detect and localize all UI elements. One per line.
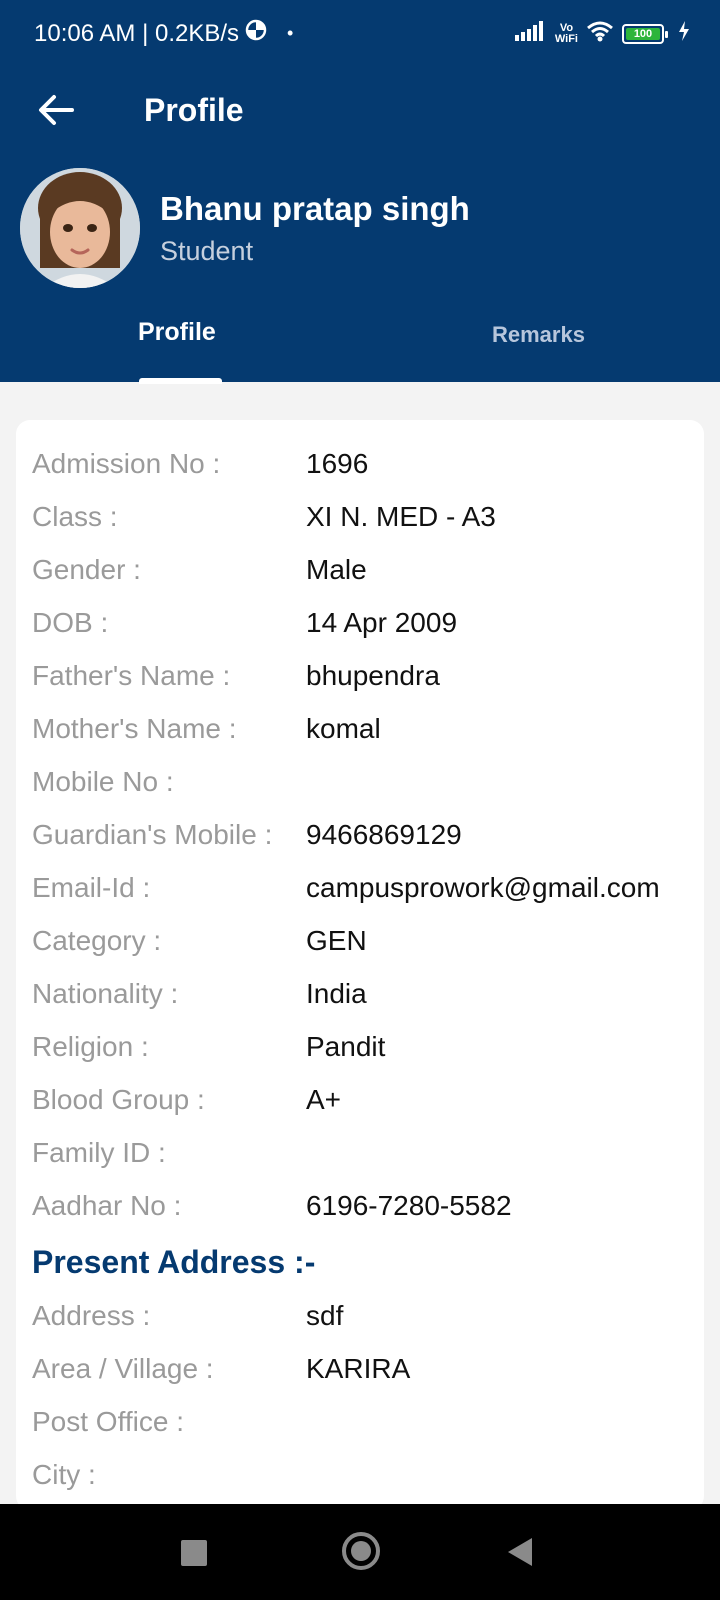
- detail-value: India: [306, 978, 367, 1009]
- home-button[interactable]: [342, 1532, 380, 1570]
- status-left: 10:06 AM | 0.2KB/s •: [34, 19, 293, 48]
- detail-label: Post Office :: [32, 1406, 184, 1437]
- profile-name: Bhanu pratap singh: [160, 190, 470, 227]
- detail-label: Guardian's Mobile :: [32, 819, 273, 850]
- recents-button[interactable]: [181, 1540, 207, 1566]
- address-row-area-village: Area / Village : KARIRA: [16, 1353, 704, 1399]
- detail-label: Religion :: [32, 1031, 149, 1062]
- detail-row-father-name: Father's Name : bhupendra: [16, 660, 704, 706]
- detail-row-mother-name: Mother's Name : komal: [16, 713, 704, 759]
- signal-icon: [514, 21, 547, 46]
- page-title: Profile: [144, 92, 244, 128]
- detail-label: Address :: [32, 1300, 151, 1331]
- detail-label: Category :: [32, 925, 162, 956]
- detail-label: DOB :: [32, 607, 109, 638]
- tab-profile[interactable]: Profile: [138, 318, 216, 347]
- back-button[interactable]: [30, 90, 82, 134]
- detail-value: A+: [306, 1084, 342, 1115]
- detail-label: City :: [32, 1459, 96, 1490]
- detail-value: GEN: [306, 925, 367, 956]
- detail-row-dob: DOB : 14 Apr 2009: [16, 607, 704, 653]
- battery-icon: 100: [622, 23, 668, 44]
- wifi-icon: [586, 20, 614, 47]
- detail-value: XI N. MED - A3: [306, 501, 496, 532]
- vowifi-wifi: WiFi: [554, 32, 578, 45]
- detail-label: Father's Name :: [32, 660, 231, 691]
- detail-label: Blood Group :: [32, 1084, 205, 1115]
- address-row-post-office: Post Office :: [16, 1406, 704, 1452]
- detail-value: 6196-7280-5582: [306, 1190, 512, 1221]
- detail-row-admission-no: Admission No : 1696: [16, 448, 704, 494]
- detail-label: Admission No :: [32, 448, 221, 479]
- status-bar: 10:06 AM | 0.2KB/s • Vo WiFi 100: [0, 0, 720, 70]
- app-bar: Profile: [0, 80, 720, 144]
- detail-value: bhupendra: [306, 660, 440, 691]
- detail-label: Class :: [32, 501, 118, 532]
- profile-details-card: Admission No : 1696 Class : XI N. MED - …: [16, 420, 704, 1510]
- vowifi-icon: Vo WiFi: [554, 22, 578, 45]
- address-row-city: City :: [16, 1459, 704, 1505]
- detail-row-class: Class : XI N. MED - A3: [16, 501, 704, 547]
- detail-row-email: Email-Id : campusprowork@gmail.com: [16, 872, 704, 918]
- profile-header: 10:06 AM | 0.2KB/s • Vo WiFi 100 Profile…: [0, 0, 720, 384]
- charging-icon: [678, 21, 690, 46]
- arrow-left-icon: [38, 94, 74, 131]
- detail-value: campusprowork@gmail.com: [306, 872, 660, 903]
- detail-value: 9466869129: [306, 819, 462, 850]
- detail-value: Pandit: [306, 1031, 386, 1062]
- status-right: Vo WiFi 100: [514, 20, 690, 47]
- detail-row-category: Category : GEN: [16, 925, 704, 971]
- detail-value: Male: [306, 554, 367, 585]
- detail-value: 14 Apr 2009: [306, 607, 458, 638]
- detail-label: Mobile No :: [32, 766, 174, 797]
- detail-row-nationality: Nationality : India: [16, 978, 704, 1024]
- data-saver-icon: [245, 19, 267, 48]
- active-tab-indicator: [139, 378, 222, 384]
- battery-level: 100: [626, 27, 660, 40]
- detail-value: sdf: [306, 1300, 344, 1331]
- avatar[interactable]: [20, 168, 140, 288]
- detail-row-aadhar-no: Aadhar No : 6196-7280-5582: [16, 1190, 704, 1236]
- system-nav-bar: [0, 1504, 720, 1600]
- detail-value: komal: [306, 713, 381, 744]
- profile-role: Student: [160, 236, 254, 266]
- detail-label: Family ID :: [32, 1137, 166, 1168]
- detail-row-blood-group: Blood Group : A+: [16, 1084, 704, 1130]
- detail-label: Area / Village :: [32, 1353, 214, 1384]
- system-back-button[interactable]: [508, 1538, 532, 1566]
- status-time: 10:06 AM | 0.2KB/s: [34, 19, 240, 47]
- detail-row-mobile-no: Mobile No :: [16, 766, 704, 812]
- address-row-address: Address : sdf: [16, 1300, 704, 1346]
- tab-remarks[interactable]: Remarks: [492, 322, 585, 348]
- detail-label: Gender :: [32, 554, 141, 585]
- detail-label: Aadhar No :: [32, 1190, 182, 1221]
- present-address-heading: Present Address :-: [32, 1244, 316, 1280]
- detail-label: Mother's Name :: [32, 713, 237, 744]
- detail-label: Email-Id :: [32, 872, 151, 903]
- detail-row-gender: Gender : Male: [16, 554, 704, 600]
- detail-row-family-id: Family ID :: [16, 1137, 704, 1183]
- detail-row-religion: Religion : Pandit: [16, 1031, 704, 1077]
- notification-dot: •: [287, 23, 294, 43]
- detail-value: 1696: [306, 448, 369, 479]
- detail-row-guardian-mobile: Guardian's Mobile : 9466869129: [16, 819, 704, 865]
- detail-label: Nationality :: [32, 978, 179, 1009]
- detail-value: KARIRA: [306, 1353, 411, 1384]
